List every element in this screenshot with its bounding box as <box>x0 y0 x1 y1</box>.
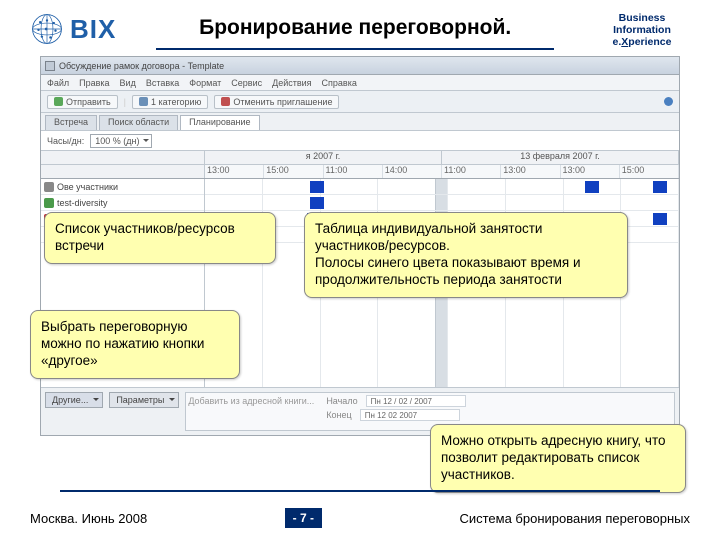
footer-left: Москва. Июнь 2008 <box>30 511 147 526</box>
controls-row: Часы/дн: 100 % (дн) <box>41 131 679 151</box>
hour-cell: 13:00 <box>205 165 264 178</box>
end-field[interactable]: Пн 12 02 2007 <box>360 409 460 421</box>
window-title: Обсуждение рамок договора - Template <box>59 61 224 71</box>
other-button[interactable]: Другие... <box>45 392 103 408</box>
hour-cell: 11:00 <box>324 165 383 178</box>
tagline: Business Information e.Xperience <box>594 12 690 48</box>
day1-label: я 2007 г. <box>205 151 442 164</box>
title-underline <box>156 48 554 50</box>
menu-item[interactable]: Справка <box>322 78 357 88</box>
callout-other: Выбрать переговорную можно по нажатию кн… <box>30 310 240 379</box>
menu-item[interactable]: Правка <box>79 78 109 88</box>
resource-row[interactable]: Ове участники <box>41 179 204 195</box>
footer: Москва. Июнь 2008 - 7 - Система брониров… <box>30 508 690 528</box>
busy-bar <box>653 181 667 193</box>
window-titlebar: Обсуждение рамок договора - Template <box>41 57 679 75</box>
menu-item[interactable]: Действия <box>272 78 311 88</box>
freq-dropdown[interactable]: 100 % (дн) <box>90 134 152 148</box>
logo: BIX <box>30 12 116 46</box>
hour-cell: 15:00 <box>264 165 323 178</box>
busy-bar <box>310 197 324 209</box>
menu-item[interactable]: Файл <box>47 78 69 88</box>
tab-scheduling[interactable]: Планирование <box>180 115 259 130</box>
hour-cell: 13:00 <box>501 165 560 178</box>
tb-button[interactable]: 1 категорию <box>132 95 208 109</box>
day2-label: 13 февраля 2007 г. <box>442 151 679 164</box>
slide-title: Бронирование переговорной. <box>116 16 594 40</box>
slide-header: BIX Бронирование переговорной. Business … <box>30 12 690 50</box>
menu-item[interactable]: Вставка <box>146 78 179 88</box>
footer-right: Система бронирования переговорных <box>459 511 690 526</box>
tagline-line2: Information <box>594 24 690 36</box>
help-icon[interactable] <box>664 97 673 106</box>
menu-item[interactable]: Вид <box>120 78 136 88</box>
hour-cell: 14:00 <box>383 165 442 178</box>
start-label: Начало <box>326 396 357 406</box>
busy-bar <box>310 181 324 193</box>
toolbar: Отправить | 1 категорию Отменить приглаш… <box>41 91 679 113</box>
time-header: 13:00 15:00 11:00 14:00 11:00 13:00 13:0… <box>41 165 679 179</box>
cancel-icon <box>221 97 230 106</box>
globe-icon <box>30 12 64 46</box>
busy-bar <box>653 213 667 225</box>
callout-table: Таблица индивидуальной занятости участни… <box>304 212 628 298</box>
hour-cell: 13:00 <box>561 165 620 178</box>
send-icon <box>54 97 63 106</box>
cancel-invite-button[interactable]: Отменить приглашение <box>214 95 339 109</box>
add-from-ab-label[interactable]: Добавить из адресной книги... <box>188 396 318 406</box>
busy-bar <box>585 181 599 193</box>
tabs: Встреча Поиск области Планирование <box>41 113 679 131</box>
menu-item[interactable]: Сервис <box>231 78 262 88</box>
resource-row[interactable]: test-diversity <box>41 195 204 211</box>
menubar: Файл Правка Вид Вставка Формат Сервис Де… <box>41 75 679 91</box>
hour-cell: 11:00 <box>442 165 501 178</box>
hour-cell: 15:00 <box>620 165 679 178</box>
logo-text: BIX <box>70 14 116 45</box>
end-label: Конец <box>326 410 351 420</box>
app-icon <box>45 61 55 71</box>
params-button[interactable]: Параметры <box>109 392 179 408</box>
person-icon <box>44 198 54 208</box>
title-block: Бронирование переговорной. <box>116 12 594 50</box>
tab-meeting[interactable]: Встреча <box>45 115 97 130</box>
category-icon <box>139 97 148 106</box>
tagline-line1: Business <box>594 12 690 24</box>
date-header: я 2007 г. 13 февраля 2007 г. <box>41 151 679 165</box>
freq-label: Часы/дн: <box>47 136 84 146</box>
tagline-line3: e.Xperience <box>594 36 690 48</box>
send-button[interactable]: Отправить <box>47 95 118 109</box>
page-number: - 7 - <box>285 508 322 528</box>
tab-search[interactable]: Поиск области <box>99 115 178 130</box>
footer-line <box>60 490 660 492</box>
menu-item[interactable]: Формат <box>189 78 221 88</box>
callout-address-book: Можно открыть адресную книгу, что позвол… <box>430 424 686 493</box>
person-icon <box>44 182 54 192</box>
callout-participants: Список участников/ресурсов встречи <box>44 212 276 264</box>
start-field[interactable]: Пн 12 / 02 / 2007 <box>366 395 466 407</box>
